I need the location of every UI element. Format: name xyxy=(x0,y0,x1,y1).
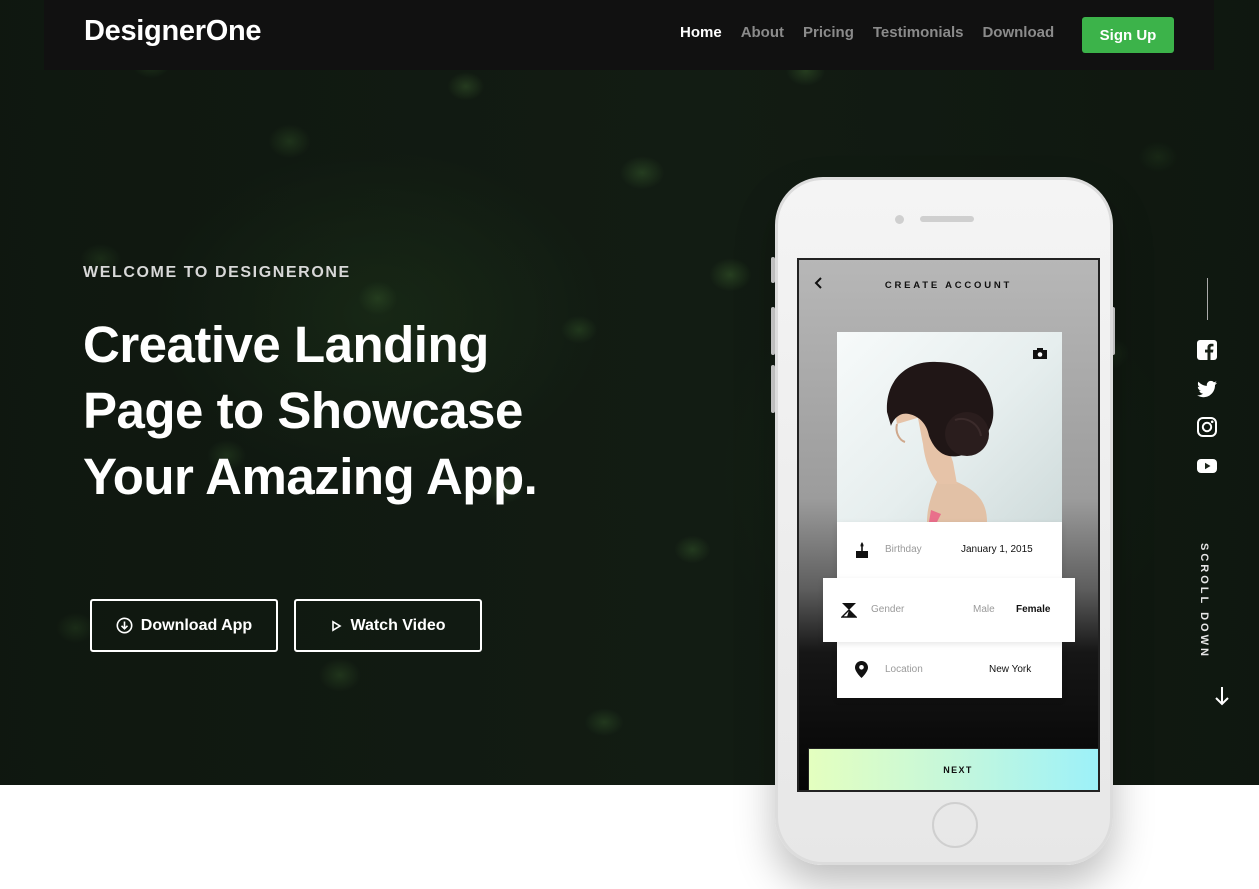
profile-photo-art xyxy=(886,361,994,522)
watch-video-button[interactable]: Watch Video xyxy=(294,599,482,652)
facebook-icon[interactable] xyxy=(1196,339,1218,361)
gender-label: Gender xyxy=(871,604,905,615)
location-row[interactable]: Location New York xyxy=(837,642,1062,698)
headline-line: Your Amazing App. xyxy=(83,448,538,505)
next-button[interactable]: NEXT xyxy=(808,748,1098,790)
twitter-icon[interactable] xyxy=(1196,378,1218,400)
gender-row[interactable]: Gender Male Female xyxy=(823,578,1075,642)
nav-menu: Home About Pricing Testimonials Download xyxy=(680,24,1073,41)
location-value: New York xyxy=(989,664,1032,675)
phone-home-button xyxy=(932,802,978,848)
birthday-row[interactable]: Birthday January 1, 2015 xyxy=(837,522,1062,578)
arrow-down-icon[interactable] xyxy=(1214,686,1230,706)
hero-headline: Creative Landing Page to Showcase Your A… xyxy=(83,312,683,510)
download-circle-icon xyxy=(116,617,133,634)
location-label: Location xyxy=(885,664,923,675)
instagram-icon[interactable] xyxy=(1196,416,1218,438)
rail-divider xyxy=(1207,278,1208,320)
navbar: DesignerOne Home About Pricing Testimoni… xyxy=(44,0,1214,70)
scroll-down-label[interactable]: SCROLL DOWN xyxy=(1198,543,1210,659)
camera-icon[interactable] xyxy=(1032,347,1048,360)
nav-item-home[interactable]: Home xyxy=(680,24,722,41)
phone-speaker xyxy=(920,216,974,222)
phone-body: CREATE ACCOUNT Birthday January 1, 2015 … xyxy=(775,177,1113,865)
gender-option-female[interactable]: Female xyxy=(1016,604,1050,615)
sign-up-button[interactable]: Sign Up xyxy=(1082,17,1174,53)
nav-item-download[interactable]: Download xyxy=(982,24,1054,41)
youtube-icon[interactable] xyxy=(1196,455,1218,477)
logo[interactable]: DesignerOne xyxy=(84,15,262,48)
download-app-label: Download App xyxy=(140,616,253,634)
download-app-button[interactable]: Download App xyxy=(90,599,278,652)
screen-title: CREATE ACCOUNT xyxy=(884,280,1013,291)
phone-camera xyxy=(895,215,904,224)
play-icon xyxy=(332,619,342,632)
gender-icon xyxy=(841,603,857,618)
nav-item-about[interactable]: About xyxy=(741,24,784,41)
cake-icon xyxy=(856,542,868,558)
phone-screen: CREATE ACCOUNT Birthday January 1, 2015 … xyxy=(797,258,1100,792)
watch-video-label: Watch Video xyxy=(350,616,446,634)
birthday-label: Birthday xyxy=(885,544,922,555)
profile-photo xyxy=(837,332,1062,522)
birthday-value: January 1, 2015 xyxy=(961,544,1033,555)
nav-item-pricing[interactable]: Pricing xyxy=(803,24,854,41)
location-pin-icon xyxy=(855,661,868,678)
headline-line: Page to Showcase xyxy=(83,382,523,439)
nav-item-testimonials[interactable]: Testimonials xyxy=(873,24,964,41)
headline-line: Creative Landing xyxy=(83,316,489,373)
gender-option-male[interactable]: Male xyxy=(973,604,995,615)
phone-mockup: CREATE ACCOUNT Birthday January 1, 2015 … xyxy=(771,177,1115,867)
page: DesignerOne Home About Pricing Testimoni… xyxy=(0,0,1259,889)
hero-kicker: WELCOME TO DESIGNERONE xyxy=(83,264,351,281)
